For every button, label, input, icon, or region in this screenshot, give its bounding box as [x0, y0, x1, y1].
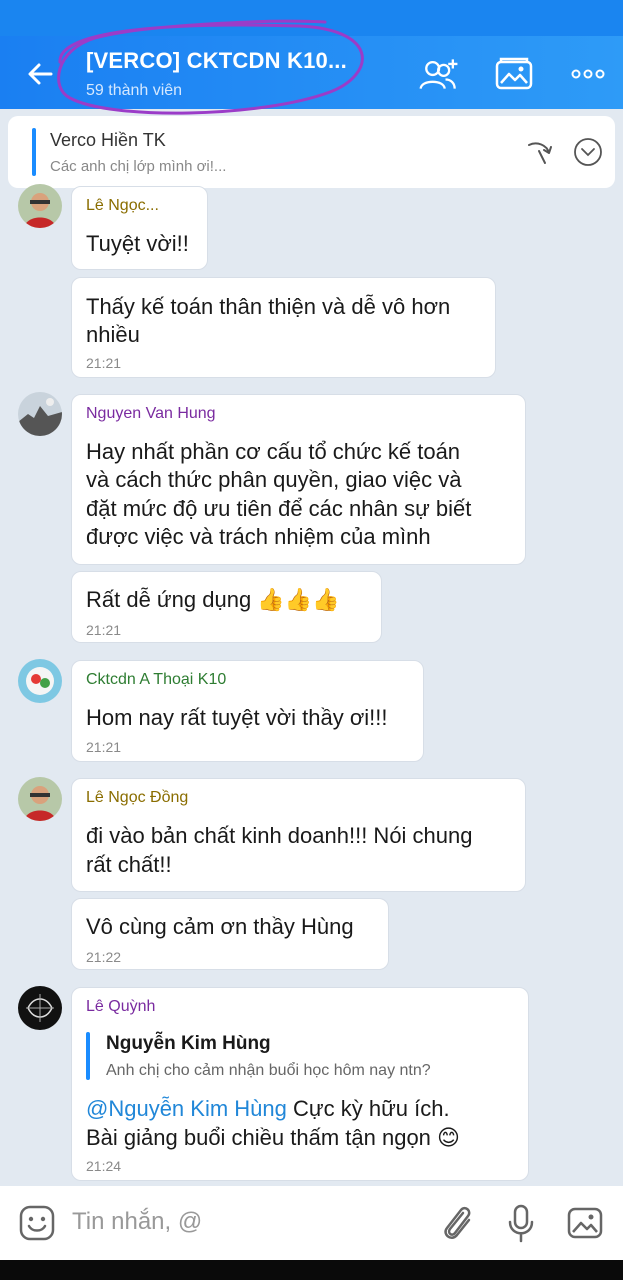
sender-name: Cktcdn A Thoại K10: [86, 671, 227, 688]
gallery-button[interactable]: [492, 54, 536, 94]
expand-button[interactable]: [570, 134, 606, 170]
group-info[interactable]: [VERCO] CKTCDN K10... 59 thành viên: [86, 48, 386, 100]
message-input[interactable]: Tin nhắn, @: [72, 1208, 202, 1236]
message-bubble[interactable]: Thấy kế toán thân thiện và dễ vô hơn nhi…: [71, 277, 496, 378]
message-text: @Nguyễn Kim Hùng Cực kỳ hữu ích.: [86, 1094, 450, 1123]
microphone-button[interactable]: [500, 1202, 542, 1244]
message-text: Bài giảng buổi chiều thấm tận ngọn 😊: [86, 1125, 460, 1150]
message-text: Tuyệt vời!!: [86, 231, 189, 256]
member-count: 59 thành viên: [86, 82, 183, 99]
message-bubble[interactable]: Lê Quỳnh Nguyễn Kim Hùng Anh chị cho cảm…: [71, 987, 529, 1181]
message-composer: Tin nhắn, @: [0, 1186, 623, 1260]
message-bubble[interactable]: Cktcdn A Thoại K10 Hom nay rất tuyệt vời…: [71, 660, 424, 762]
avatar[interactable]: [18, 777, 62, 821]
more-icon: [571, 69, 605, 79]
message-bubble[interactable]: Vô cùng cảm ơn thầy Hùng 21:22: [71, 898, 389, 970]
sender-name: Nguyen Van Hung: [86, 405, 216, 422]
emoji-button[interactable]: [16, 1202, 58, 1244]
sender-name: Lê Ngọc...: [86, 197, 159, 214]
quoted-sender: Nguyễn Kim Hùng: [106, 1033, 271, 1054]
chevron-down-icon: [574, 138, 602, 166]
message-text: đi vào bản chất kinh doanh!!! Nói chung: [86, 823, 473, 848]
gallery-icon: [495, 57, 533, 90]
message-text: Rất dễ ứng dụng 👍👍👍: [86, 587, 340, 612]
message-text: Vô cùng cảm ơn thầy Hùng: [86, 914, 354, 939]
message-time: 21:21: [86, 739, 122, 755]
pinned-sender: Verco Hiền TK: [50, 130, 166, 150]
pinned-accent-bar: [32, 128, 36, 176]
message-time: 21:22: [86, 949, 122, 965]
message-bubble[interactable]: Rất dễ ứng dụng 👍👍👍 21:21: [71, 571, 382, 643]
message-text: đặt mức độ ưu tiên để các nhân sự biết: [86, 496, 472, 521]
quote-accent-bar: [86, 1032, 90, 1080]
chat-header: [VERCO] CKTCDN K10... 59 thành viên: [0, 36, 623, 109]
back-button[interactable]: [22, 56, 58, 92]
add-member-icon: [419, 59, 458, 90]
message-text: và cách thức phân quyền, giao việc và: [86, 467, 462, 492]
microphone-icon: [508, 1204, 534, 1243]
group-title: [VERCO] CKTCDN K10...: [86, 48, 347, 73]
pinned-text: Các anh chị lớp mình ơi!...: [50, 158, 227, 175]
message-text: Hom nay rất tuyệt vời thầy ơi!!!: [86, 705, 388, 730]
message-time: 21:21: [86, 622, 122, 638]
share-button[interactable]: [522, 134, 558, 170]
avatar[interactable]: [18, 986, 62, 1030]
status-bar: [0, 0, 623, 36]
more-button[interactable]: [566, 54, 610, 94]
message-text: Hay nhất phần cơ cấu tổ chức kế toán: [86, 439, 461, 464]
message-text: được việc và trách nhiệm của mình: [86, 524, 431, 549]
message-text-rest: Cực kỳ hữu ích.: [286, 1096, 450, 1121]
message-time: 21:24: [86, 1158, 122, 1174]
back-arrow-icon: [28, 63, 53, 85]
quoted-text: Anh chị cho cảm nhận buổi học hôm nay nt…: [106, 1062, 431, 1079]
message-bubble[interactable]: Lê Ngọc... Tuyệt vời!!: [71, 186, 208, 270]
mention-link[interactable]: @Nguyễn Kim Hùng: [86, 1096, 287, 1121]
image-button[interactable]: [564, 1202, 606, 1244]
add-member-button[interactable]: [418, 54, 462, 94]
system-nav-bar: [0, 1260, 623, 1280]
avatar[interactable]: [18, 184, 62, 228]
avatar[interactable]: [18, 659, 62, 703]
message-text: rất chất!!: [86, 852, 172, 877]
pinned-message[interactable]: Verco Hiền TK Các anh chị lớp mình ơi!..…: [8, 116, 615, 188]
emoji-icon: [19, 1205, 55, 1241]
sender-name: Lê Ngọc Đồng: [86, 789, 189, 806]
message-text: Thấy kế toán thân thiện và dễ vô hơn: [86, 294, 451, 319]
attach-button[interactable]: [436, 1202, 478, 1244]
message-time: 21:21: [86, 355, 122, 371]
attachment-icon: [444, 1206, 471, 1239]
share-icon: [528, 142, 552, 164]
avatar[interactable]: [18, 392, 62, 436]
image-icon: [567, 1207, 603, 1239]
message-bubble[interactable]: Nguyen Van Hung Hay nhất phần cơ cấu tổ …: [71, 394, 526, 565]
message-bubble[interactable]: Lê Ngọc Đồng đi vào bản chất kinh doanh!…: [71, 778, 526, 892]
message-text: nhiều: [86, 322, 140, 347]
sender-name: Lê Quỳnh: [86, 998, 156, 1015]
